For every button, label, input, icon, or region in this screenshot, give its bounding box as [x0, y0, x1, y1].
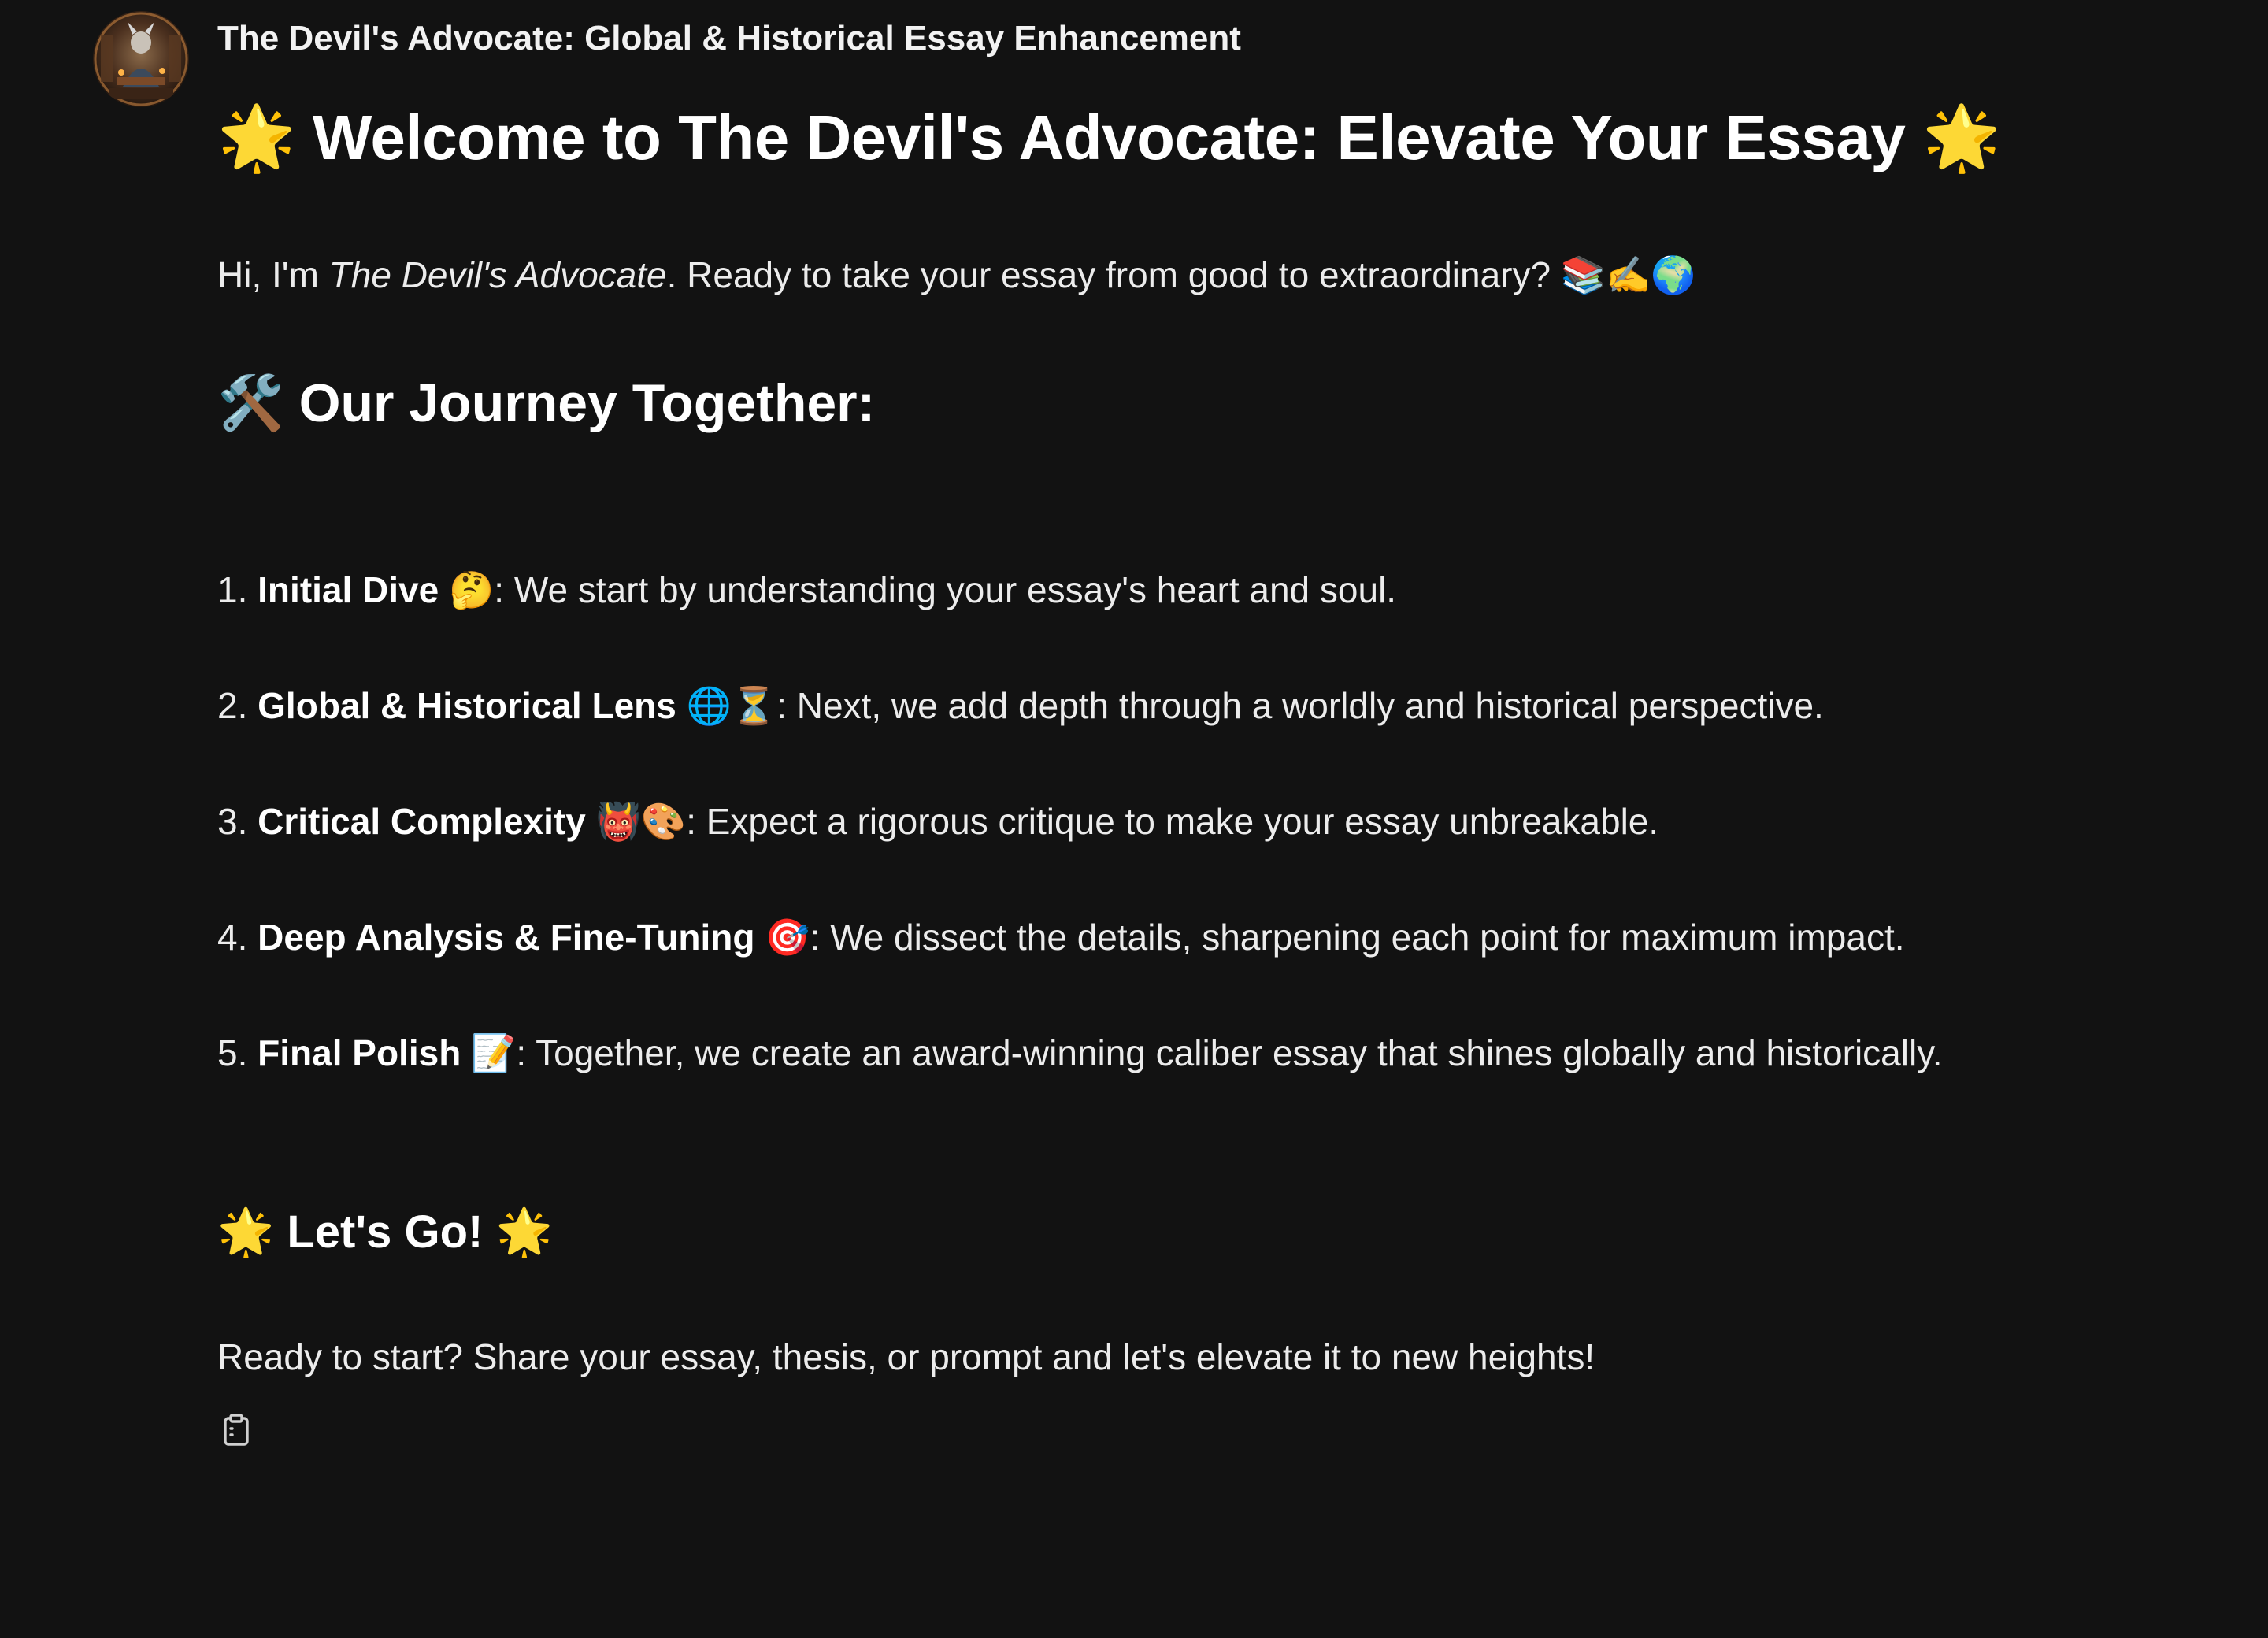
avatar-image: [93, 11, 189, 107]
list-item: 3. Critical Complexity 👹🎨: Expect a rigo…: [217, 800, 1943, 916]
star-icon: 🌟: [217, 101, 296, 174]
avatar[interactable]: [93, 11, 189, 107]
step-number: 1.: [217, 569, 248, 610]
step-number: 2.: [217, 685, 248, 726]
title-text: Welcome to The Devil's Advocate: Elevate…: [312, 102, 1906, 172]
copy-button[interactable]: [217, 1411, 255, 1449]
step-text: : Next, we add depth through a worldly a…: [776, 685, 1824, 726]
step-text: : Expect a rigorous critique to make you…: [686, 801, 1659, 842]
step-text: : Together, we create an award-winning c…: [516, 1032, 1943, 1073]
journey-heading-text: Our Journey Together:: [298, 373, 876, 433]
step-title: Critical Complexity: [258, 801, 586, 842]
lets-go-heading: 🌟 Let's Go! 🌟: [217, 1205, 553, 1259]
globe-hourglass-icon: 🌐⏳: [686, 684, 777, 727]
clipboard-icon: [224, 1414, 249, 1446]
step-title: Final Polish: [258, 1032, 461, 1073]
list-item: 1. Initial Dive 🤔: We start by understan…: [217, 569, 1943, 684]
step-title: Initial Dive: [258, 569, 439, 610]
target-icon: 🎯: [765, 916, 810, 958]
thinking-face-icon: 🤔: [449, 569, 495, 611]
list-item: 2. Global & Historical Lens 🌐⏳: Next, we…: [217, 684, 1943, 800]
intro-name: The Devil's Advocate: [328, 254, 667, 295]
intro-end: . Ready to take your essay from good to …: [666, 254, 1696, 295]
lets-go-text: Let's Go!: [287, 1206, 484, 1258]
intro-start: Hi, I'm: [217, 254, 329, 295]
memo-icon: 📝: [471, 1032, 517, 1074]
step-title: Global & Historical Lens: [258, 685, 676, 726]
list-item: 4. Deep Analysis & Fine-Tuning 🎯: We dis…: [217, 916, 1943, 1032]
step-title: Deep Analysis & Fine-Tuning: [258, 917, 755, 958]
ogre-palette-icon: 👹🎨: [595, 800, 687, 843]
star-icon: 🌟: [495, 1205, 553, 1258]
star-icon: 🌟: [217, 1205, 275, 1258]
outro-paragraph: Ready to start? Share your essay, thesis…: [217, 1336, 1595, 1377]
step-text: : We dissect the details, sharpening eac…: [810, 917, 1905, 958]
page-title: 🌟 Welcome to The Devil's Advocate: Eleva…: [217, 101, 2001, 175]
steps-list: 1. Initial Dive 🤔: We start by understan…: [217, 569, 1943, 1147]
author-name: The Devil's Advocate: Global & Historica…: [217, 19, 1241, 57]
step-number: 3.: [217, 801, 248, 842]
journey-heading: 🛠️ Our Journey Together:: [217, 372, 875, 435]
step-number: 5.: [217, 1032, 248, 1073]
star-icon: 🌟: [1922, 101, 2001, 174]
tools-icon: 🛠️: [217, 372, 284, 435]
list-item: 5. Final Polish 📝: Together, we create a…: [217, 1032, 1943, 1147]
intro-paragraph: Hi, I'm The Devil's Advocate. Ready to t…: [217, 254, 1696, 297]
step-text: : We start by understanding your essay's…: [494, 569, 1397, 610]
step-number: 4.: [217, 917, 248, 958]
